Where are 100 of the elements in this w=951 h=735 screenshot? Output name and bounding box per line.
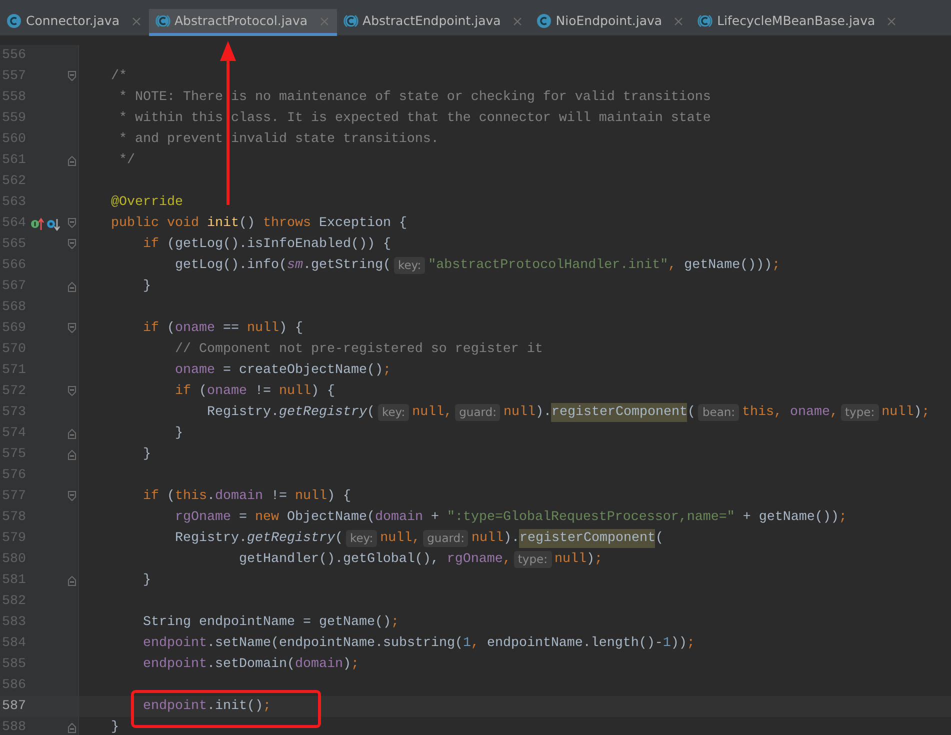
code-comment: * within this class. It is expected that the connector will maintain state	[119, 110, 711, 128]
fold-icon[interactable]	[67, 428, 77, 439]
code-text: (	[655, 530, 664, 548]
fold-icon[interactable]	[67, 491, 77, 502]
code-text: ))	[670, 634, 687, 652]
fold-icon[interactable]	[67, 386, 77, 397]
code-keyword: ;	[263, 698, 271, 716]
class-icon	[536, 13, 552, 29]
string-literal: ":type=GlobalRequestProcessor,name="	[446, 508, 735, 526]
code-keyword: new	[254, 508, 280, 526]
code-text: (	[167, 488, 175, 506]
field-name: oname	[206, 382, 247, 400]
code-keyword: null	[503, 404, 536, 422]
code-text: (	[167, 320, 175, 338]
number-literal: 1	[462, 634, 471, 652]
code-text: }	[111, 718, 119, 735]
fold-icon[interactable]	[67, 323, 77, 334]
code-text: ) {	[310, 382, 335, 400]
code-keyword: ;	[594, 550, 602, 568]
close-icon	[132, 16, 140, 26]
parameter-hint: key:	[346, 530, 378, 547]
code-keyword: null	[278, 382, 311, 400]
file-tab[interactable]: NioEndpoint.java	[530, 9, 692, 36]
code-text: ).	[503, 530, 520, 548]
fold-icon[interactable]	[67, 722, 77, 733]
code-keyword: ,	[470, 634, 480, 652]
parameter-hint: type:	[841, 404, 879, 421]
abstract-class-icon	[342, 13, 359, 29]
code-text: }	[174, 424, 183, 442]
file-tab[interactable]: AbstractEndpoint.java	[336, 9, 530, 36]
parameter-hint: guard:	[423, 530, 468, 547]
fold-icon[interactable]	[67, 155, 77, 166]
code-keyword: this,	[742, 404, 782, 422]
code-text: (	[366, 404, 375, 422]
code-keyword: this	[175, 488, 207, 506]
field-name: rgOname	[174, 508, 231, 526]
code-comment: /*	[111, 68, 127, 86]
code-comment: // Component not pre-registered so register it	[174, 340, 543, 358]
annotation: @Override	[111, 194, 183, 212]
field-name: domain	[374, 508, 423, 526]
code-keyword: ;	[350, 656, 359, 674]
code-text: .setName(endpointName.substring(	[207, 634, 463, 652]
code-keyword: ,	[502, 550, 511, 568]
code-keyword: ;	[686, 634, 695, 652]
code-text: .init()	[207, 698, 263, 716]
code-text: ObjectName(	[286, 508, 375, 526]
fold-icon[interactable]	[67, 449, 77, 460]
code-keyword: if	[174, 382, 192, 400]
code-keyword: ;	[838, 508, 847, 526]
field-name: domain	[215, 488, 263, 506]
code-text: endpointName.length()-	[486, 634, 663, 652]
code-text: ) {	[279, 320, 303, 338]
field-name: oname	[174, 362, 215, 380]
file-tab[interactable]: AbstractProtocol.java	[148, 9, 337, 36]
code-text: }	[143, 572, 151, 590]
close-icon	[512, 16, 522, 26]
method-name: getRegistry	[246, 530, 335, 548]
code-text: )	[914, 404, 922, 422]
code-text: (getLog().isInfoEnabled()) {	[167, 236, 391, 254]
code-text: (	[687, 404, 696, 422]
fold-icon[interactable]	[67, 575, 77, 586]
code-text: +	[430, 508, 440, 526]
code-keyword: null	[295, 488, 327, 506]
code-keyword: if	[143, 320, 160, 338]
fold-icon[interactable]	[67, 218, 77, 229]
fold-icon[interactable]	[67, 281, 77, 292]
code-text: )	[586, 550, 594, 568]
file-tab[interactable]: Connector.java	[0, 9, 148, 36]
line-number: 587	[1, 698, 26, 716]
file-tab[interactable]: LifecycleMBeanBase.java	[691, 9, 904, 36]
code-text: .setDomain(	[207, 656, 295, 674]
fold-icon[interactable]	[67, 71, 77, 82]
highlighted-method: registerComponent	[519, 528, 656, 548]
implements-up-arrow-icon	[30, 216, 44, 232]
code-text: getLog().info(	[174, 256, 287, 274]
parameter-hint: key:	[378, 404, 410, 421]
code-text: =	[238, 508, 248, 526]
code-text: }	[143, 446, 151, 464]
code-text: !=	[270, 488, 288, 506]
code-keyword: ,	[830, 404, 838, 422]
code-keyword: ;	[390, 614, 399, 632]
code-keyword: ,	[668, 256, 676, 274]
abstract-class-icon	[697, 13, 714, 29]
code-keyword: throws	[262, 214, 312, 232]
code-text: .	[207, 488, 215, 506]
code-keyword: if	[143, 488, 160, 506]
code-text: + getName())	[742, 508, 839, 526]
fold-icon[interactable]	[67, 239, 77, 250]
code-text: Exception {	[318, 214, 407, 232]
code-text: ==	[222, 320, 240, 338]
code-text: = createObjectName()	[222, 362, 383, 380]
code-keyword: null	[882, 404, 914, 422]
close-icon	[674, 16, 684, 26]
code-keyword: public void	[111, 214, 200, 232]
field-name: endpoint	[143, 634, 207, 652]
code-comment: * NOTE: There is no maintenance of state or checking for valid transitions	[119, 88, 711, 106]
close-icon	[887, 16, 896, 26]
field-name: oname	[175, 320, 215, 338]
field-name: endpoint	[143, 656, 207, 674]
code-text: Registry.	[174, 530, 247, 548]
